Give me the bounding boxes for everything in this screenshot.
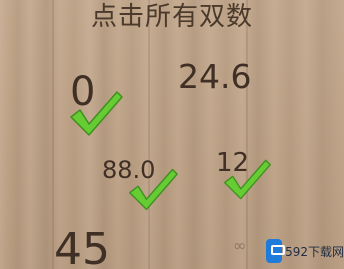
infinity-icon: ∞: [233, 236, 247, 255]
number-tile-24-6[interactable]: 24.6: [178, 60, 251, 93]
watermark-text: 592下载网: [285, 244, 344, 259]
checkmark-icon: [224, 159, 271, 200]
wood-plank-seam: [148, 0, 150, 269]
number-tile-45[interactable]: 45: [54, 228, 110, 269]
checkmark-icon: [129, 168, 178, 211]
wood-plank-seam: [246, 0, 248, 269]
game-board: 点击所有双数 0 24.6 88.0 12 45 ∞ 592下载网: [0, 0, 344, 269]
checkmark-icon: [70, 91, 123, 136]
site-watermark: 592下载网: [266, 233, 344, 269]
instruction-title: 点击所有双数: [90, 2, 253, 32]
site-logo-icon: [266, 239, 286, 263]
